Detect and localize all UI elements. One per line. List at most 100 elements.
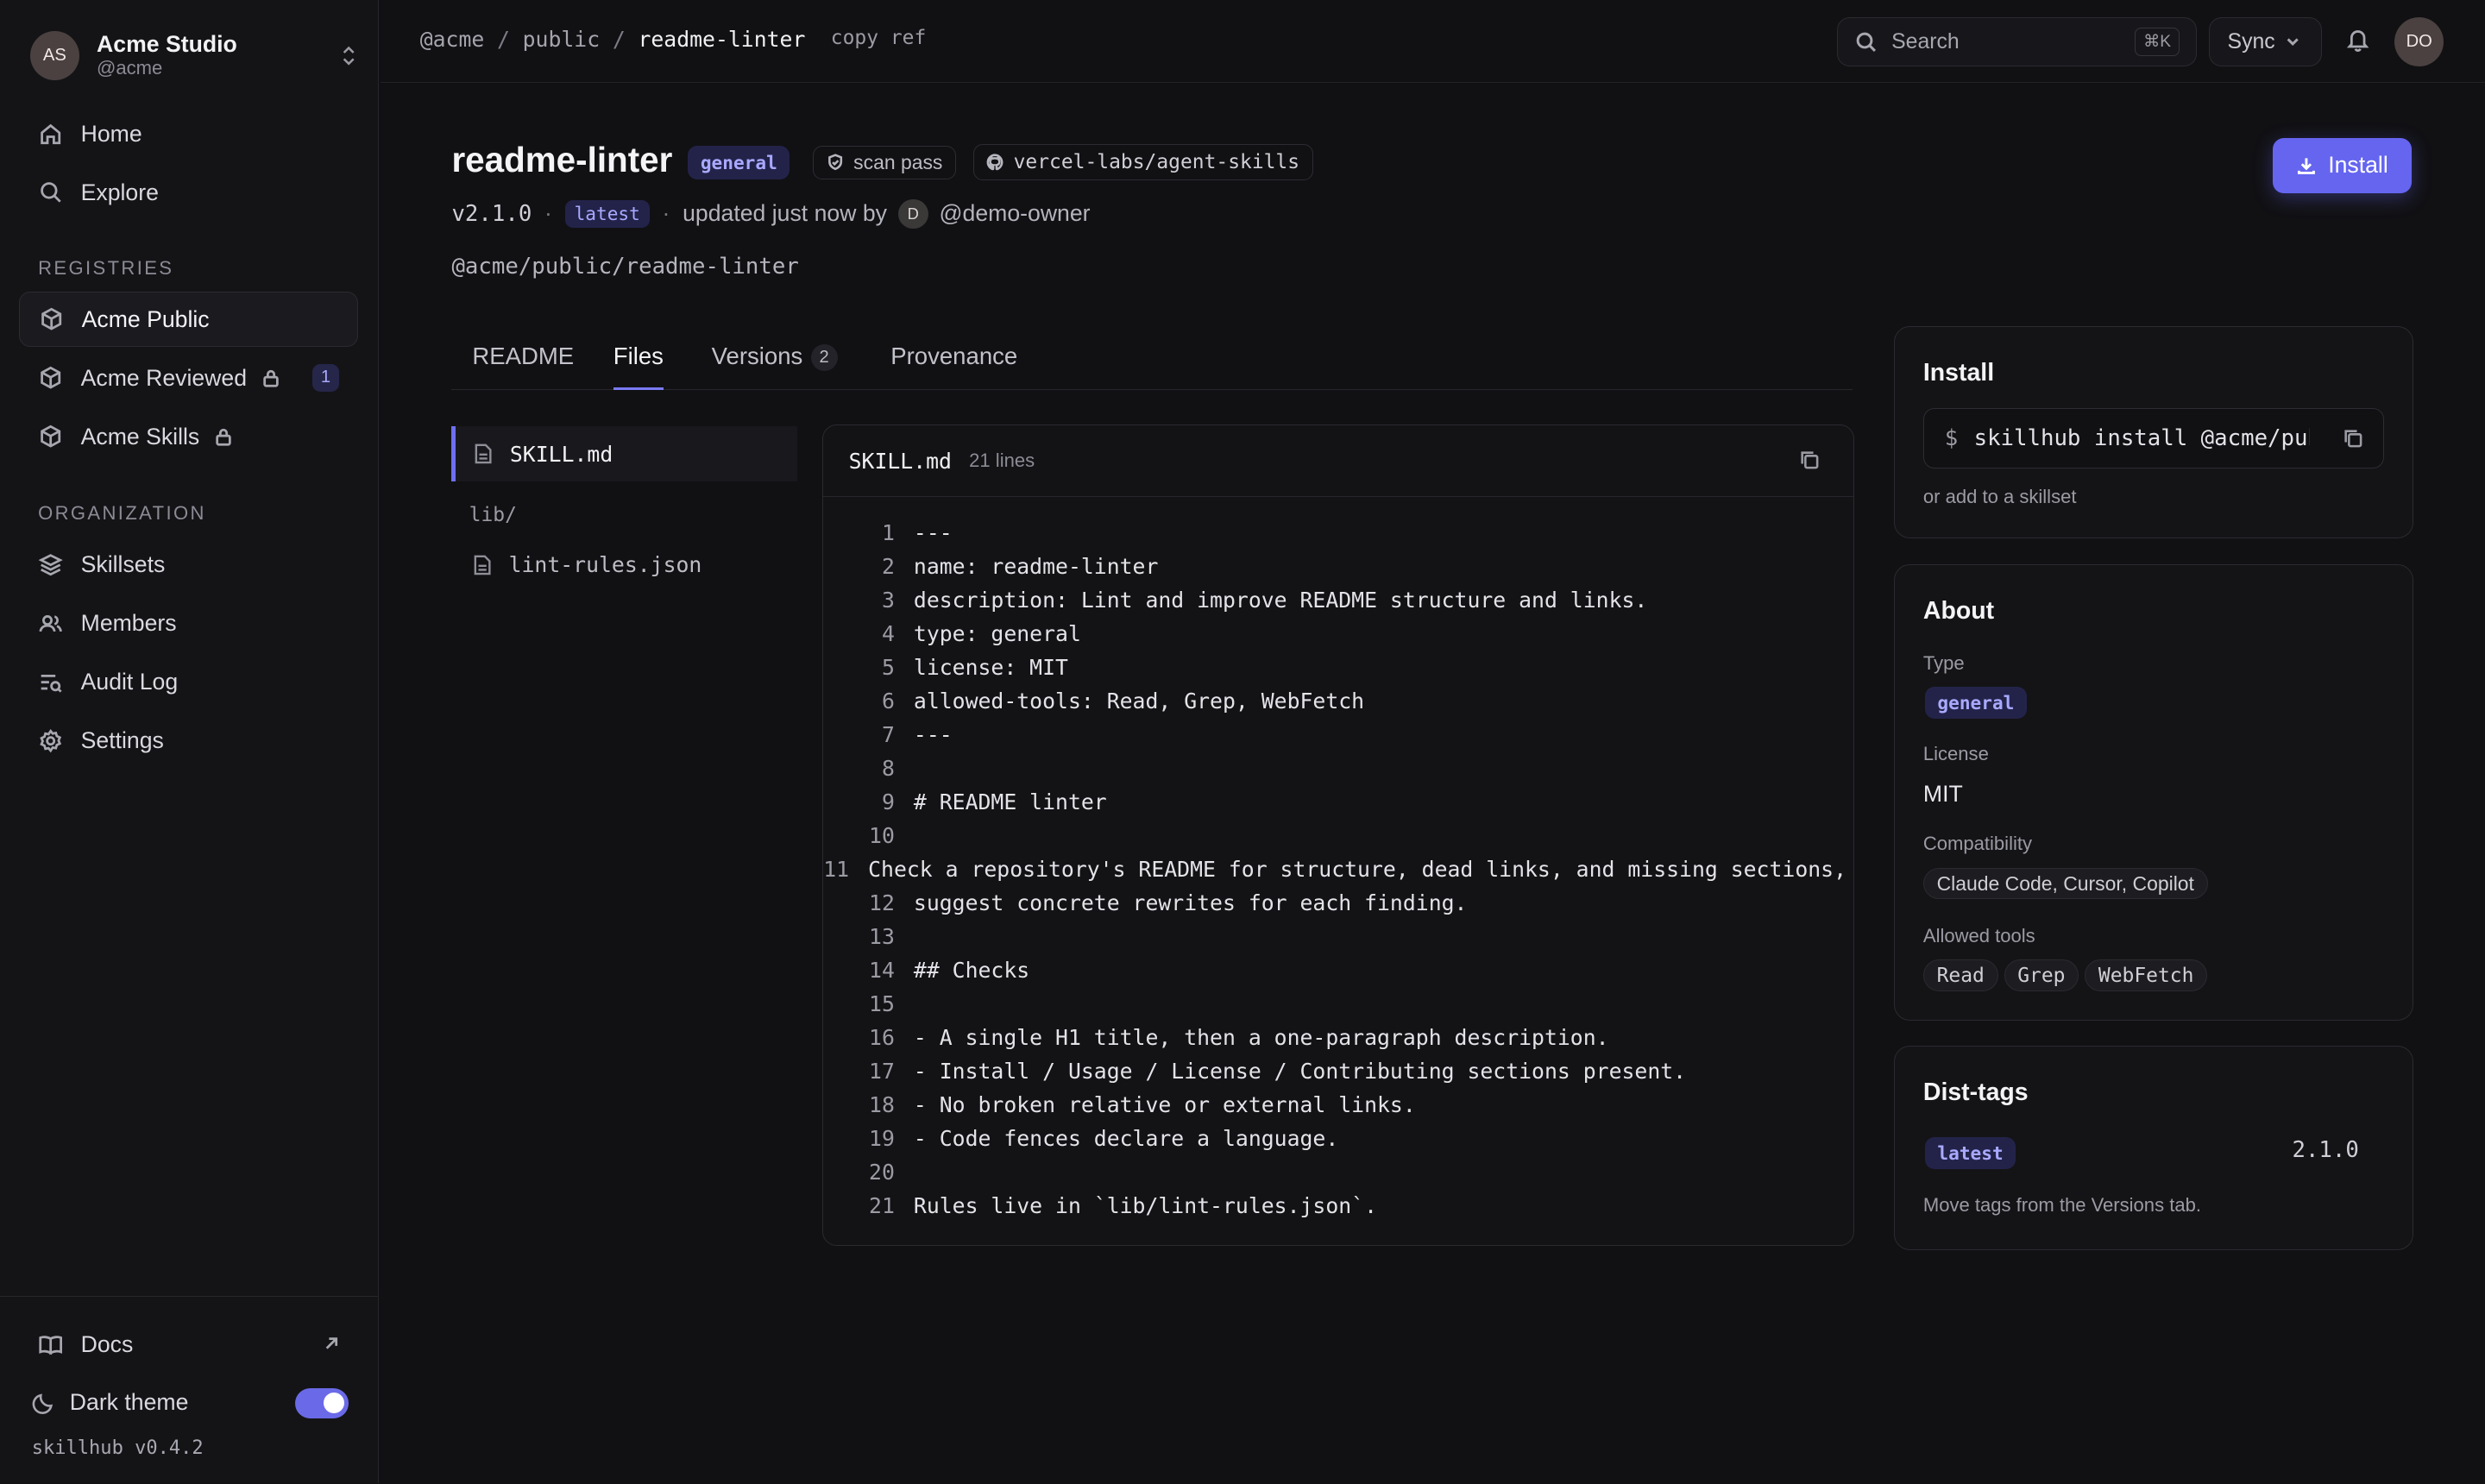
line-number: 21 bbox=[869, 1193, 895, 1219]
file-tree-dir[interactable]: lib/ bbox=[469, 504, 517, 526]
workspace-avatar: AS bbox=[29, 30, 79, 80]
sidebar-item-acme-skills[interactable]: Acme Skills bbox=[19, 409, 358, 464]
tab-label: Provenance bbox=[890, 342, 1018, 369]
sidebar-item-home[interactable]: Home bbox=[19, 106, 358, 161]
home-icon bbox=[41, 123, 61, 144]
line-text: - Install / Usage / License / Contributi… bbox=[913, 1059, 1687, 1085]
code-line: 12 suggest concrete rewrites for each fin… bbox=[823, 886, 1853, 920]
skill-title: readme-linter bbox=[451, 139, 673, 179]
bell-icon[interactable] bbox=[2345, 27, 2370, 53]
search-icon bbox=[1856, 32, 1876, 52]
code-line: 14 ## Checks bbox=[823, 953, 1853, 987]
line-number: 18 bbox=[869, 1092, 895, 1118]
github-icon bbox=[987, 154, 1003, 171]
copy-ref-button[interactable]: copy ref bbox=[831, 27, 926, 52]
code-line: 10 bbox=[823, 819, 1853, 852]
download-icon bbox=[2298, 158, 2316, 174]
line-text: name: readme-linter bbox=[913, 553, 1159, 579]
file-tree-item[interactable]: lint-rules.json bbox=[451, 538, 796, 593]
tab-versions[interactable]: Versions 2 bbox=[712, 343, 838, 390]
tool-chip: Read bbox=[1922, 959, 1998, 991]
line-text: - Code fences declare a language. bbox=[913, 1126, 1339, 1152]
tab-readme[interactable]: README bbox=[472, 343, 574, 390]
book-icon bbox=[39, 1336, 63, 1355]
dist-tags-card: Dist-tags latest 2.1.0 Move tags from th… bbox=[1893, 1046, 2414, 1251]
search-placeholder: Search bbox=[1891, 29, 1960, 53]
code-line: 20 bbox=[823, 1155, 1853, 1189]
line-text: ## Checks bbox=[913, 958, 1030, 984]
package-icon bbox=[41, 367, 61, 389]
tab-provenance[interactable]: Provenance bbox=[890, 343, 1017, 390]
copy-icon[interactable] bbox=[2343, 428, 2363, 449]
breadcrumb-separator: / bbox=[612, 27, 626, 53]
line-text: - No broken relative or external links. bbox=[913, 1092, 1416, 1118]
version-meta: v2.1.0 · latest · updated just now by D … bbox=[451, 197, 1091, 231]
owner-handle[interactable]: @demo-owner bbox=[940, 200, 1091, 227]
sidebar-item-acme-reviewed[interactable]: Acme Reviewed 1 bbox=[19, 350, 358, 406]
line-number: 6 bbox=[881, 689, 895, 714]
type-value-badge: general bbox=[1924, 687, 2028, 719]
tool-chip: Grep bbox=[2004, 959, 2079, 991]
file-viewer-header: SKILL.md 21 lines bbox=[823, 425, 1853, 497]
file-tree-item[interactable]: SKILL.md bbox=[451, 426, 797, 482]
lock-icon bbox=[216, 428, 231, 446]
sidebar-item-acme-public[interactable]: Acme Public bbox=[19, 291, 359, 348]
workspace-switcher[interactable]: AS Acme Studio @acme bbox=[29, 30, 356, 81]
sidebar-item-explore[interactable]: Explore bbox=[19, 165, 358, 220]
user-avatar[interactable]: DO bbox=[2394, 17, 2444, 67]
copy-icon[interactable] bbox=[1799, 450, 1820, 470]
dist-tag-version: 2.1.0 bbox=[2292, 1136, 2359, 1163]
chevron-up-down-icon bbox=[343, 46, 355, 66]
line-number: 15 bbox=[869, 991, 895, 1017]
code-line: 9 # README linter bbox=[823, 785, 1853, 819]
docs-link[interactable]: Docs bbox=[19, 1317, 358, 1372]
sidebar-item-skillsets[interactable]: Skillsets bbox=[19, 538, 358, 593]
line-number: 8 bbox=[881, 756, 895, 782]
code-block: 1 --- 2 name: readme-linter 3 description: Li… bbox=[823, 516, 1853, 1223]
repo-link[interactable]: vercel-labs/agent-skills bbox=[972, 144, 1313, 181]
sidebar-item-label: Acme Skills bbox=[80, 423, 200, 450]
code-line: 21 Rules live in `lib/lint-rules.json`. bbox=[823, 1189, 1853, 1223]
tab-label: Files bbox=[613, 342, 664, 369]
breadcrumb-org[interactable]: @acme bbox=[420, 27, 485, 52]
line-number: 5 bbox=[881, 654, 895, 680]
sidebar-item-settings[interactable]: Settings bbox=[19, 714, 358, 769]
sidebar: AS Acme Studio @acme Home Explore REGIST… bbox=[0, 0, 379, 1484]
add-to-skillset-link[interactable]: or add to a skillset bbox=[1923, 486, 2077, 508]
dark-theme-toggle[interactable] bbox=[294, 1387, 349, 1418]
tab-files[interactable]: Files bbox=[613, 343, 664, 390]
line-number: 4 bbox=[881, 620, 895, 646]
version-tag: latest bbox=[564, 199, 650, 229]
line-text: suggest concrete rewrites for each findi… bbox=[913, 890, 1468, 916]
install-command[interactable]: $ skillhub install @acme/public/readme-l… bbox=[1922, 408, 2385, 468]
install-button[interactable]: Install bbox=[2272, 137, 2413, 194]
external-link-icon bbox=[325, 1337, 337, 1349]
type-badge: general bbox=[688, 145, 790, 179]
separator-dot: · bbox=[544, 200, 552, 227]
search-input[interactable]: Search ⌘K bbox=[1836, 17, 2197, 67]
breadcrumb-current: readme-linter bbox=[638, 27, 806, 53]
docs-label: Docs bbox=[80, 1330, 134, 1357]
sidebar-item-label: Home bbox=[80, 120, 142, 147]
chevron-down-icon bbox=[2287, 38, 2299, 47]
versions-count: 2 bbox=[810, 343, 838, 372]
sync-button[interactable]: Sync bbox=[2209, 17, 2322, 67]
tab-bar: README Files Versions 2 Provenance bbox=[451, 326, 1853, 390]
line-number: 16 bbox=[869, 1025, 895, 1051]
sync-label: Sync bbox=[2227, 29, 2275, 53]
file-icon bbox=[475, 443, 493, 464]
line-number: 9 bbox=[881, 789, 895, 815]
type-label: Type bbox=[1922, 651, 1965, 674]
code-line: 17 - Install / Usage / License / Contribu… bbox=[823, 1054, 1853, 1088]
repo-label: vercel-labs/agent-skills bbox=[1013, 151, 1300, 174]
code-line: 4 type: general bbox=[823, 617, 1853, 651]
sidebar-item-members[interactable]: Members bbox=[19, 596, 358, 651]
scan-status-label: scan pass bbox=[853, 150, 943, 173]
sidebar-item-label: Skillsets bbox=[80, 551, 166, 578]
line-text: type: general bbox=[913, 620, 1081, 646]
line-text: --- bbox=[913, 519, 953, 545]
breadcrumb-registry[interactable]: public bbox=[523, 27, 601, 52]
registries-heading: REGISTRIES bbox=[38, 256, 174, 279]
sidebar-item-audit-log[interactable]: Audit Log bbox=[19, 655, 358, 710]
toggle-knob bbox=[323, 1393, 344, 1414]
